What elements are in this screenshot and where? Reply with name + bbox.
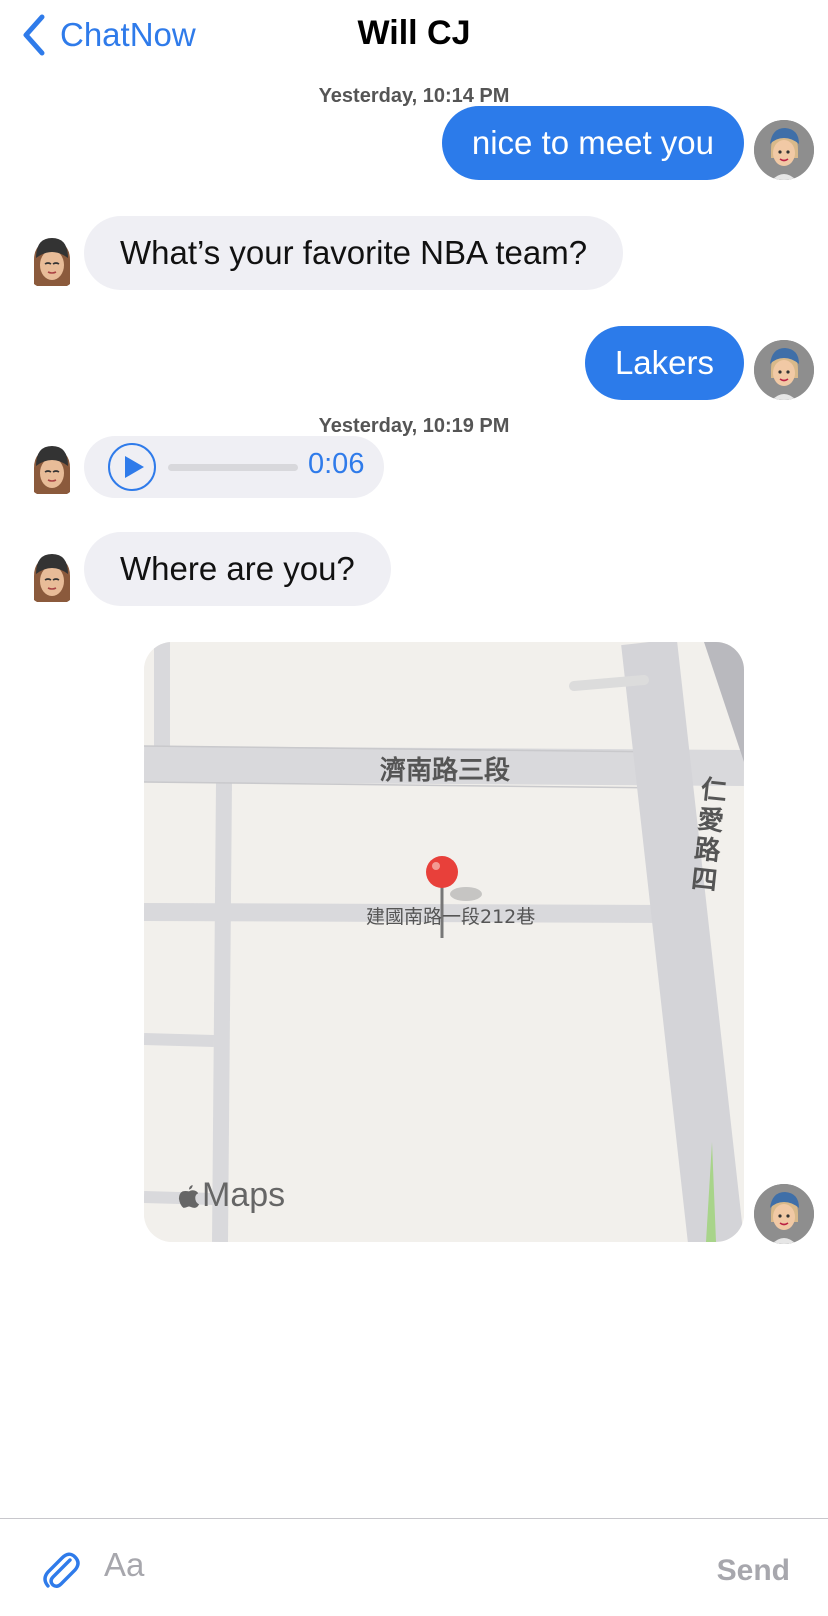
avatar-me[interactable] [754, 120, 814, 180]
maps-brand: Maps [178, 1176, 285, 1215]
chat-title: Will CJ [357, 14, 471, 52]
memoji-avatar-icon [754, 120, 814, 180]
memoji-avatar-icon [34, 554, 70, 602]
avatar-me[interactable] [754, 1184, 814, 1244]
message-bubble-outgoing[interactable]: nice to meet you [441, 106, 744, 180]
message-bubble-outgoing[interactable]: Lakers [584, 326, 744, 400]
map-image [144, 642, 744, 1242]
avatar-contact[interactable] [22, 230, 82, 290]
attach-button[interactable] [40, 1546, 80, 1592]
apple-logo-icon [178, 1184, 200, 1208]
memoji-avatar-icon [754, 340, 814, 400]
map-pin-label: 建國南路一段212巷 [366, 906, 536, 928]
memoji-avatar-icon [754, 1184, 814, 1244]
send-button[interactable]: Send [717, 1554, 790, 1588]
paperclip-icon [43, 1552, 80, 1588]
audio-duration: 0:06 [308, 448, 365, 480]
map-street-label: 濟南路三段 [380, 756, 511, 786]
message-bubble-incoming[interactable]: What’s your favorite NBA team? [84, 216, 624, 290]
play-icon [125, 456, 144, 478]
maps-brand-label: Maps [202, 1176, 286, 1214]
memoji-avatar-icon [34, 238, 70, 286]
audio-progress-track[interactable] [168, 464, 298, 471]
composer-divider [0, 1518, 828, 1519]
voice-message: 0:06 [84, 436, 384, 498]
memoji-avatar-icon [34, 446, 70, 494]
avatar-contact[interactable] [22, 546, 82, 606]
avatar-contact[interactable] [22, 438, 82, 498]
message-bubble-incoming[interactable]: Where are you? [84, 532, 391, 606]
timestamp: Yesterday, 10:19 PM [318, 415, 510, 437]
message-input[interactable] [104, 1542, 664, 1588]
avatar-me[interactable] [754, 340, 814, 400]
map-preview[interactable]: 濟南路三段 仁愛路四 建國南路一段212巷 Maps [144, 642, 744, 1242]
play-button[interactable] [108, 443, 156, 491]
timestamp: Yesterday, 10:14 PM [318, 85, 510, 107]
